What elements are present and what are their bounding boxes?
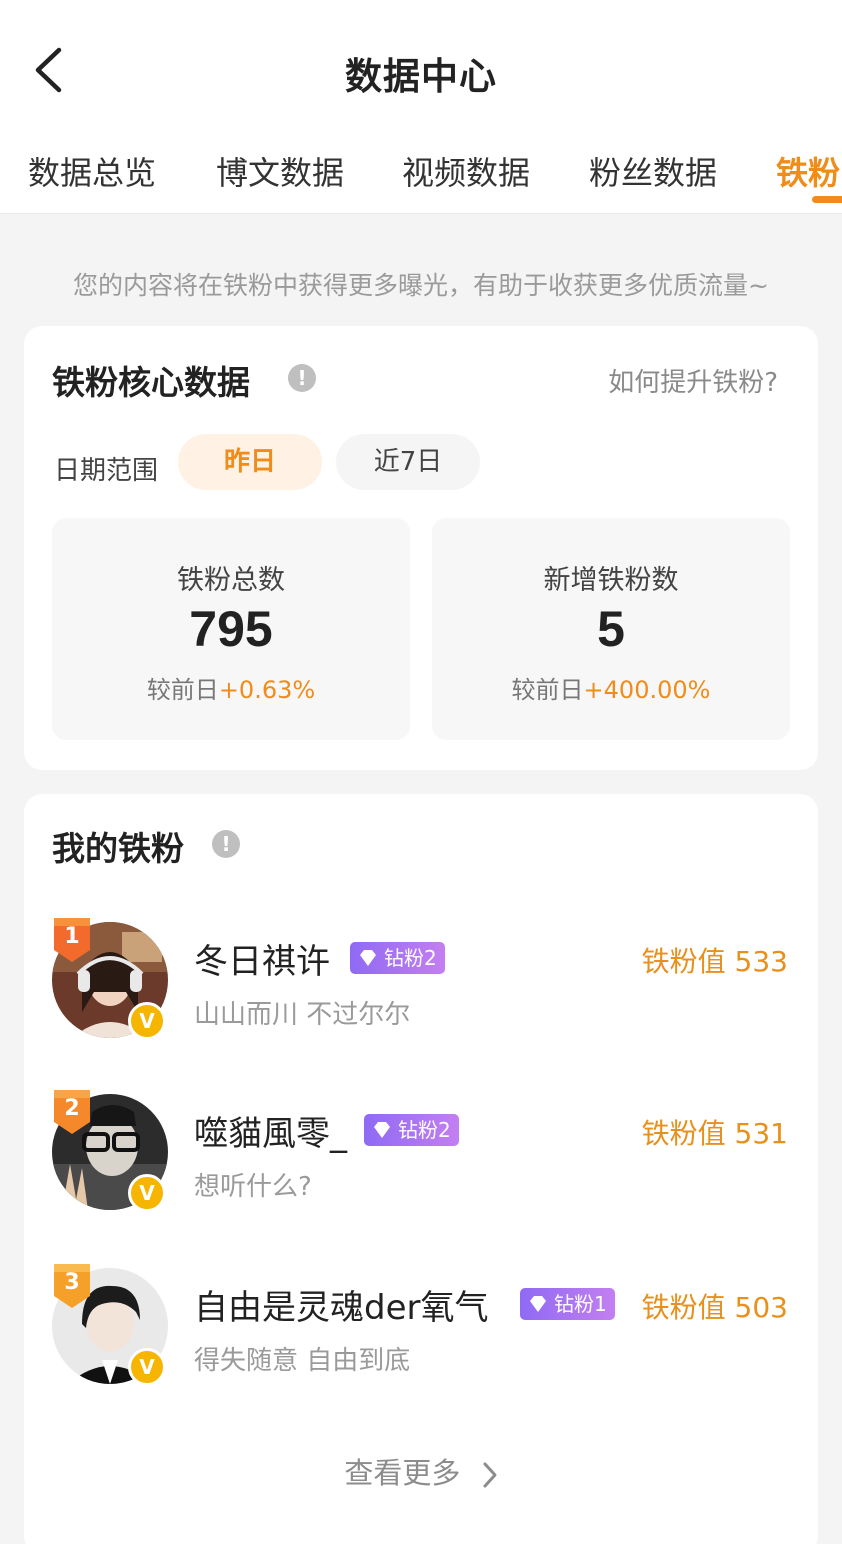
date-option-yesterday[interactable]: 昨日	[178, 434, 322, 490]
fan-bio: 得失随意 自由到底	[194, 1346, 411, 1376]
rank-number: 3	[64, 1270, 80, 1295]
stat-value: 5	[597, 601, 625, 657]
fan-name[interactable]: 自由是灵魂der氧气	[194, 1280, 488, 1329]
info-icon[interactable]: !	[212, 830, 240, 858]
compare-value: +400.00%	[583, 676, 711, 704]
stat-compare: 较前日+0.63%	[52, 670, 410, 705]
tab-fans-data[interactable]: 粉丝数据	[589, 148, 717, 194]
fan-level-badge: 钻粉2	[350, 942, 445, 974]
tab-bar: 数据总览 博文数据 视频数据 粉丝数据 铁粉	[0, 140, 842, 214]
rank-badge: 3	[52, 1264, 92, 1308]
how-to-improve-link[interactable]: 如何提升铁粉?	[608, 362, 778, 399]
verified-v-icon: V	[128, 1174, 166, 1212]
stat-value: 795	[189, 601, 273, 657]
fan-name[interactable]: 冬日祺许	[194, 934, 330, 983]
stat-label: 铁粉总数	[177, 565, 285, 596]
core-data-title: 铁粉核心数据	[52, 363, 250, 402]
fan-list-item[interactable]: 3 V 自由是灵魂der氧气 钻粉1 得失随意 自由到底 铁粉值 503	[24, 1264, 818, 1398]
fan-level: 钻粉1	[554, 1292, 607, 1316]
top-bar: 数据中心 数据总览 博文数据 视频数据 粉丝数据 铁粉	[0, 0, 842, 214]
verified-v-icon: V	[128, 1002, 166, 1040]
view-more-label: 查看更多	[344, 1456, 461, 1490]
fan-level: 钻粉2	[384, 946, 437, 970]
stat-total-iron-fans: 铁粉总数 795 较前日+0.63%	[52, 518, 410, 740]
exposure-tip: 您的内容将在铁粉中获得更多曝光，有助于收获更多优质流量~	[73, 271, 769, 300]
tab-overview[interactable]: 数据总览	[28, 148, 156, 194]
fan-level-badge: 钻粉1	[520, 1288, 615, 1320]
diamond-icon	[530, 1296, 546, 1312]
page-title: 数据中心	[345, 55, 497, 98]
fan-bio: 山山而川 不过尔尔	[194, 1000, 411, 1030]
stat-label: 新增铁粉数	[543, 565, 679, 596]
date-range-label: 日期范围	[54, 456, 159, 486]
tab-iron-fans[interactable]: 铁粉	[776, 148, 840, 194]
rank-number: 1	[64, 924, 80, 949]
diamond-icon	[374, 1122, 390, 1138]
tab-post-data[interactable]: 博文数据	[216, 148, 344, 194]
fan-bio: 想听什么?	[194, 1172, 312, 1202]
info-icon[interactable]: !	[288, 364, 316, 392]
fan-score: 铁粉值 503	[641, 1291, 788, 1324]
fan-level-badge: 钻粉2	[364, 1114, 459, 1146]
stat-new-iron-fans: 新增铁粉数 5 较前日+400.00%	[432, 518, 790, 740]
fan-list-item[interactable]: 1 V 冬日祺许 钻粉2 山山而川 不过尔尔 铁粉值 533	[24, 918, 818, 1052]
fan-level: 钻粉2	[398, 1118, 451, 1142]
rank-number: 2	[64, 1096, 80, 1121]
chevron-right-icon	[483, 1462, 497, 1488]
rank-badge: 2	[52, 1090, 92, 1134]
verified-v-icon: V	[128, 1348, 166, 1386]
view-more-link[interactable]: 查看更多	[24, 1450, 818, 1492]
fan-score: 铁粉值 531	[641, 1117, 788, 1150]
diamond-icon	[360, 950, 376, 966]
active-tab-indicator	[812, 196, 842, 203]
tab-video-data[interactable]: 视频数据	[402, 148, 530, 194]
rank-badge: 1	[52, 918, 92, 962]
compare-value: +0.63%	[218, 676, 316, 704]
compare-label: 较前日	[511, 676, 584, 704]
fan-name[interactable]: 噬貓風零_	[194, 1106, 347, 1155]
fan-list-item[interactable]: 2 V 噬貓風零_ 钻粉2 想听什么? 铁粉值 531	[24, 1090, 818, 1224]
fan-score: 铁粉值 533	[641, 945, 788, 978]
stat-compare: 较前日+400.00%	[432, 670, 790, 705]
my-fans-title: 我的铁粉	[52, 829, 184, 868]
iron-fans-core-card: 铁粉核心数据 ! 如何提升铁粉? 日期范围 昨日 近7日 铁粉总数 795 较前…	[24, 326, 818, 770]
compare-label: 较前日	[146, 676, 219, 704]
date-option-7days[interactable]: 近7日	[336, 434, 480, 490]
my-iron-fans-card: 我的铁粉 ! 1 V 冬日祺许 钻粉2 山山而川 不过尔尔 铁粉值 533 2 …	[24, 794, 818, 1544]
